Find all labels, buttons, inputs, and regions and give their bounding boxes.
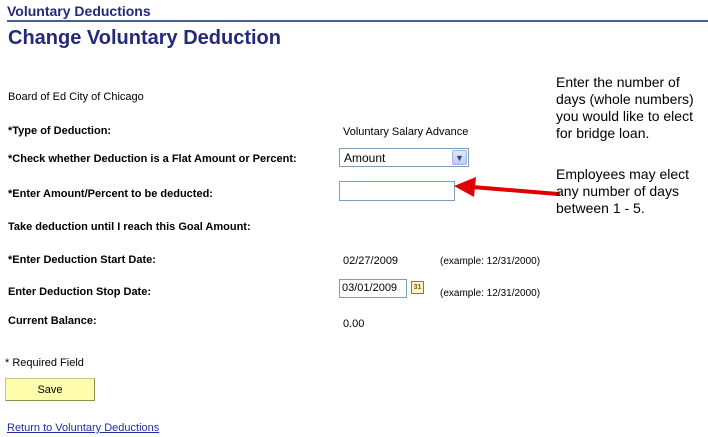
flat-or-percent-label: *Check whether Deduction is a Flat Amoun…: [8, 153, 297, 165]
stop-date-input[interactable]: 03/01/2009: [339, 279, 407, 298]
annotation-arrow: [454, 177, 560, 197]
stop-date-example: (example: 12/31/2000): [440, 288, 541, 299]
flat-or-percent-select[interactable]: Amount ▼: [339, 148, 469, 167]
annotation-line: days (whole numbers): [556, 91, 694, 107]
annotation-line: between 1 - 5.: [556, 200, 645, 216]
required-field-note: * Required Field: [5, 357, 84, 369]
annotation-line: Enter the number of: [556, 74, 680, 90]
amount-percent-input[interactable]: [339, 181, 455, 201]
annotation-line: Employees may elect: [556, 166, 690, 182]
current-balance-label: Current Balance:: [8, 315, 97, 327]
return-to-voluntary-deductions-link[interactable]: Return to Voluntary Deductions: [7, 422, 159, 434]
organization-name: Board of Ed City of Chicago: [8, 91, 144, 103]
annotation-line: you would like to elect: [556, 108, 693, 124]
type-of-deduction-label: *Type of Deduction:: [8, 125, 112, 137]
start-date-label: *Enter Deduction Start Date:: [8, 254, 156, 266]
current-balance-value: 0.00: [343, 318, 365, 330]
amount-percent-label: *Enter Amount/Percent to be deducted:: [8, 188, 213, 200]
stop-date-label: Enter Deduction Stop Date:: [8, 286, 152, 298]
page-title: Change Voluntary Deduction: [8, 27, 281, 49]
annotation-line: for bridge loan.: [556, 125, 650, 141]
start-date-value: 02/27/2009: [343, 255, 399, 267]
goal-amount-label: Take deduction until I reach this Goal A…: [8, 221, 251, 233]
calendar-icon[interactable]: 31: [411, 281, 424, 294]
flat-or-percent-selected-value: Amount: [344, 151, 386, 165]
chevron-down-icon[interactable]: ▼: [452, 150, 467, 165]
save-button[interactable]: Save: [5, 378, 95, 401]
annotation-line: any number of days: [556, 183, 679, 199]
type-of-deduction-value: Voluntary Salary Advance: [343, 126, 469, 138]
section-title: Voluntary Deductions: [7, 3, 151, 19]
section-divider: [7, 20, 708, 22]
start-date-example: (example: 12/31/2000): [440, 256, 541, 267]
